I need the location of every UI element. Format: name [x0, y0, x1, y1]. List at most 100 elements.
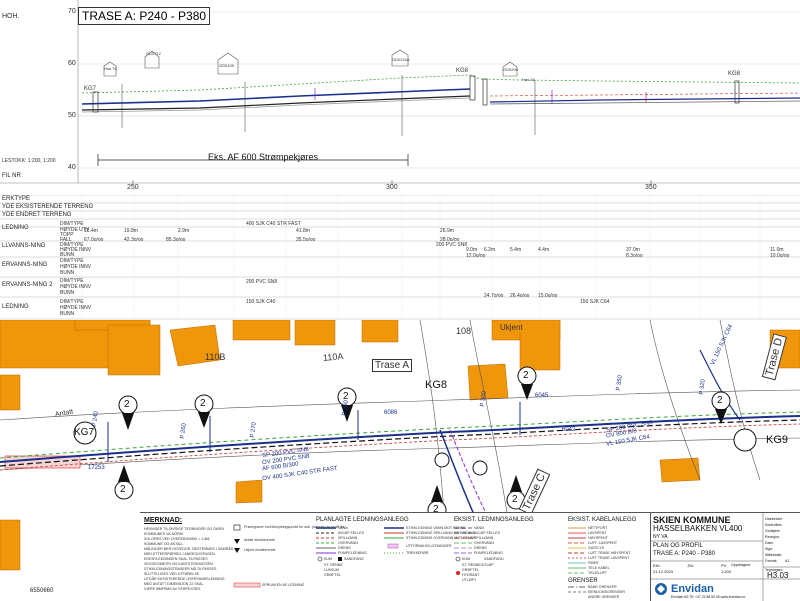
- profile-title: TRASE A: P240 - P380: [78, 7, 211, 25]
- existing-item: AVLØP FELLES: [474, 531, 501, 535]
- existing-item: PUMPELEDNING: [474, 551, 503, 555]
- field-label: Format:: [765, 559, 778, 563]
- cable-item: GATELYS: [588, 546, 605, 550]
- callout-number: 2: [124, 399, 130, 410]
- map-label: 108: [456, 326, 472, 336]
- manhole-label: KG7: [84, 86, 97, 92]
- cable-item: FIBER: [588, 561, 599, 565]
- map-label: 110A: [322, 351, 344, 363]
- y-tick: 40: [68, 164, 76, 171]
- house-label: Hus 7C: [104, 66, 118, 71]
- x-tick: 300: [386, 184, 398, 191]
- scale-value: 1:200: [721, 569, 732, 574]
- drawing-subtitle: TRASE A: P240 - P380: [653, 551, 716, 557]
- fall-value: 15.0o/oo: [538, 293, 558, 299]
- profile-data-table: FIL NR ERKTYPE YDE EKSISTERENDE TERRENG …: [0, 173, 800, 320]
- fall-value: 26.4o/oo: [510, 293, 530, 299]
- fall-value: 42.3o/oo: [124, 237, 144, 243]
- planned-item: STIKKLEDNING SPILLVANN MOT RENNE: [406, 531, 476, 535]
- callout-number: 2: [120, 484, 126, 495]
- callout-number: 2: [200, 398, 206, 409]
- mark-legend: Antatt eksisterende: [244, 538, 275, 542]
- existing-item: HYDRANT: [462, 573, 480, 577]
- sub-label: BUNN: [60, 270, 75, 276]
- row-label: LLVANNS-NING: [2, 243, 46, 249]
- planned-item: LUKSUM: [324, 568, 339, 572]
- format-value: A1: [785, 559, 790, 563]
- cable-item: LUFT TRASE HØYSPENT: [588, 551, 631, 555]
- sub-label: BUNN: [60, 311, 75, 317]
- y-tick: 70: [68, 8, 76, 15]
- mark-legend: Ukjent eksisterende: [244, 548, 276, 552]
- planned-item: AVLØP FELLES: [338, 531, 365, 535]
- length-value: 6.2m: [484, 247, 496, 253]
- point-label: 6086: [384, 410, 398, 416]
- elevation-axis-label: HOH.: [2, 13, 20, 20]
- project-name: HASSELBAKKEN VL400: [653, 524, 743, 533]
- house-label: GD0209: [503, 67, 518, 72]
- fall-value: 67.0o/oo: [84, 237, 104, 243]
- pipe-spec: 200 PVC SN8: [246, 279, 278, 285]
- profile-section: TRASE A: P240 - P380 HOH. 70 60 50 40 LE…: [0, 0, 800, 195]
- cable-title: EKSIST. KABELANLEGG: [568, 517, 637, 523]
- existing-item: UTLØPY: [462, 578, 477, 582]
- existing-item: VANN: [474, 526, 484, 530]
- firm-logo-text: Envidan: [671, 583, 714, 595]
- drawing-title: PLAN OG PROFIL: [653, 543, 704, 549]
- field-label: Kontrollert:: [765, 523, 783, 527]
- cable-item: TELE KABEL: [588, 566, 610, 570]
- borders-title: GRENSER: [568, 578, 598, 584]
- field-label: Revisjon:: [765, 535, 780, 539]
- row-label: ERKTYPE: [2, 196, 31, 202]
- map-label: Ukjent: [500, 323, 523, 332]
- cable-item: NETTPORT: [588, 526, 608, 530]
- existing-title: EKSIST. LEDNINGSANLEGG: [454, 517, 534, 523]
- planned-title: PLANLAGTE LEDNINGSANLEGG: [316, 517, 409, 523]
- fall-value: 85.3o/oo: [166, 237, 186, 243]
- map-label: 110B: [205, 352, 226, 362]
- planned-item: PUMPELEDNING: [338, 551, 367, 555]
- y-tick: 60: [68, 60, 76, 67]
- house-label: GD0109: [219, 63, 234, 68]
- house-label: GD0712: [146, 51, 161, 56]
- cable-item: HØYSPENT: [588, 536, 608, 540]
- y-tick: 50: [68, 112, 76, 119]
- existing-item: KUM: [462, 557, 470, 561]
- fall-value: 24.7o/oo: [484, 293, 504, 299]
- coordinate-label: 6550660: [30, 588, 54, 594]
- row-label: ERVANNS-NING 2: [2, 282, 53, 288]
- planned-item: STIKKLEDNING OVERVANN MOT RENNE: [406, 536, 476, 540]
- callout-number: 2: [523, 370, 529, 381]
- scale-label: LESTOKK: 1:200, 1:200: [2, 158, 56, 164]
- planned-item: KUM: [324, 557, 332, 561]
- field-label: Utarbeidet:: [765, 517, 783, 521]
- existing-item: OVERVANN: [474, 541, 494, 545]
- field-label: Tegningsnr:: [765, 568, 784, 572]
- x-tick: 350: [645, 184, 657, 191]
- planned-item: GRØFTEL: [324, 573, 341, 577]
- manhole-label: KG8: [728, 71, 741, 77]
- fall-value: 35.5o/oo: [296, 237, 316, 243]
- row-label: YDE ENDRET TERRENG: [2, 212, 72, 218]
- cable-item: LUFT TRASE LAVSPENT: [588, 556, 630, 560]
- project-sub: NY VA: [653, 534, 668, 540]
- initials: PV: [721, 563, 727, 568]
- initials: EKL: [653, 563, 661, 568]
- length-value: 5.4m: [510, 247, 522, 253]
- drawing-number: H3.03: [767, 571, 789, 580]
- row-label: YDE EKSISTERENDE TERRENG: [2, 204, 94, 210]
- border-item: EIENDOMSGRENSER: [588, 590, 625, 594]
- house-label: Hus 16: [522, 77, 535, 82]
- fall-value: 12.0o/oo: [466, 253, 486, 259]
- cable-item: LAVSPENT: [588, 531, 607, 535]
- planned-item: VANN: [338, 526, 348, 530]
- field-label: Oppdragsnr:: [731, 563, 751, 567]
- pipe-spec: 150 SJK C64: [580, 299, 610, 305]
- existing-item: SANDFANG: [484, 557, 504, 561]
- point-label: 6042: [562, 427, 576, 433]
- row-label: FIL NR: [2, 173, 21, 179]
- manhole-label: KG8: [425, 379, 448, 391]
- x-tick: 250: [127, 184, 139, 191]
- mark-legend: SPRUKKEN AF-LEDNING: [262, 583, 305, 587]
- callout-number: 2: [512, 494, 518, 505]
